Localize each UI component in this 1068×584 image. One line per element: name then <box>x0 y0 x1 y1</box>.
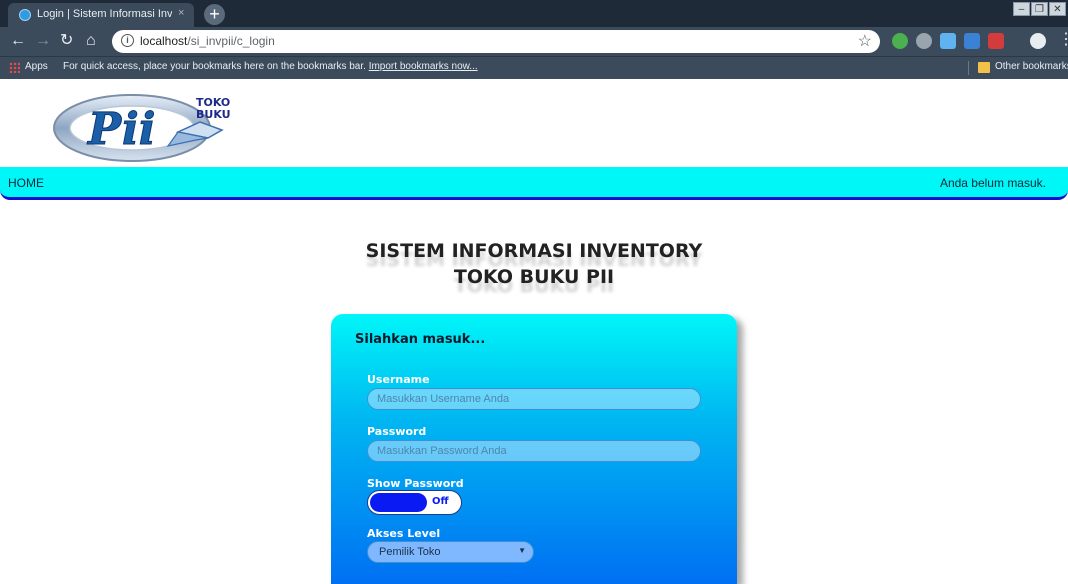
browser-tab-bar: Login | Sistem Informasi Inventory × + –… <box>0 0 1068 27</box>
akses-level-value: Pemilik Toko <box>379 546 441 558</box>
extension-icon[interactable] <box>964 33 980 49</box>
akses-level-label: Akses Level <box>367 527 441 540</box>
other-bookmarks[interactable]: Other bookmarks <box>995 61 1068 72</box>
info-icon[interactable]: i <box>121 34 134 47</box>
forward-icon[interactable]: → <box>35 31 51 51</box>
back-icon[interactable]: ← <box>10 31 26 51</box>
svg-text:BUKU: BUKU <box>196 108 231 121</box>
home-icon[interactable]: ⌂ <box>86 31 96 51</box>
bookmark-star-icon[interactable]: ☆ <box>858 31 872 51</box>
minimize-icon[interactable]: – <box>1013 2 1030 16</box>
globe-icon[interactable] <box>916 33 932 49</box>
toggle-knob <box>370 493 427 512</box>
show-password-toggle[interactable]: Off <box>367 490 462 515</box>
menu-icon[interactable]: ⋮ <box>1058 30 1068 50</box>
apps-icon[interactable] <box>9 62 20 73</box>
window-close-icon[interactable]: ✕ <box>1049 2 1066 16</box>
page-title-line2: TOKO BUKU PII <box>453 266 615 288</box>
bookmarks-divider <box>968 61 969 75</box>
extension-icon[interactable] <box>988 33 1004 49</box>
url-host: localhost <box>140 34 188 48</box>
chevron-down-icon: ▼ <box>518 546 526 555</box>
bookmarks-hint: For quick access, place your bookmarks h… <box>63 61 478 72</box>
new-tab-button[interactable]: + <box>204 4 225 25</box>
show-password-label: Show Password <box>367 477 464 490</box>
nav-home-link[interactable]: HOME <box>8 176 44 190</box>
password-label: Password <box>367 425 427 438</box>
browser-toolbar: ← → ↻ ⌂ i localhost/si_invpii/c_login ☆ … <box>0 27 1068 56</box>
svg-text:P: P <box>86 104 123 155</box>
url-path: /si_invpii/c_login <box>187 34 275 48</box>
main-navbar: HOME Anda belum masuk. <box>0 167 1068 200</box>
username-label: Username <box>367 373 430 386</box>
extension-icon[interactable] <box>940 33 956 49</box>
toko-buku-logo: P ii TOKO BUKU <box>53 94 231 162</box>
folder-icon <box>978 62 990 73</box>
login-status: Anda belum masuk. <box>939 176 1046 190</box>
svg-text:ii: ii <box>122 104 155 155</box>
username-input[interactable] <box>367 388 701 410</box>
toggle-state: Off <box>432 496 449 507</box>
profile-icon[interactable] <box>1030 33 1046 49</box>
browser-tab[interactable]: Login | Sistem Informasi Inventory × <box>8 3 194 27</box>
extension-icon[interactable] <box>892 33 908 49</box>
bookmarks-bar: Apps For quick access, place your bookma… <box>0 56 1068 79</box>
bookmarks-hint-text: For quick access, place your bookmarks h… <box>63 61 366 72</box>
favicon-icon <box>19 9 31 21</box>
tab-close-icon[interactable]: × <box>178 7 184 19</box>
akses-level-select[interactable]: Pemilik Toko ▼ <box>367 541 534 563</box>
address-bar[interactable]: i localhost/si_invpii/c_login ☆ <box>112 30 880 53</box>
reload-icon[interactable]: ↻ <box>60 31 73 51</box>
url-text: localhost/si_invpii/c_login <box>140 34 275 48</box>
login-card-title: Silahkan masuk... <box>355 332 486 347</box>
apps-link[interactable]: Apps <box>25 61 48 72</box>
page-title: SISTEM INFORMASI INVENTORY TOKO BUKU PII <box>0 238 1068 290</box>
page-title-line1: SISTEM INFORMASI INVENTORY <box>365 240 703 262</box>
import-bookmarks-link[interactable]: Import bookmarks now... <box>369 61 478 72</box>
password-input[interactable] <box>367 440 701 462</box>
tab-title: Login | Sistem Informasi Inventory <box>37 8 172 20</box>
restore-icon[interactable]: ❐ <box>1031 2 1048 16</box>
